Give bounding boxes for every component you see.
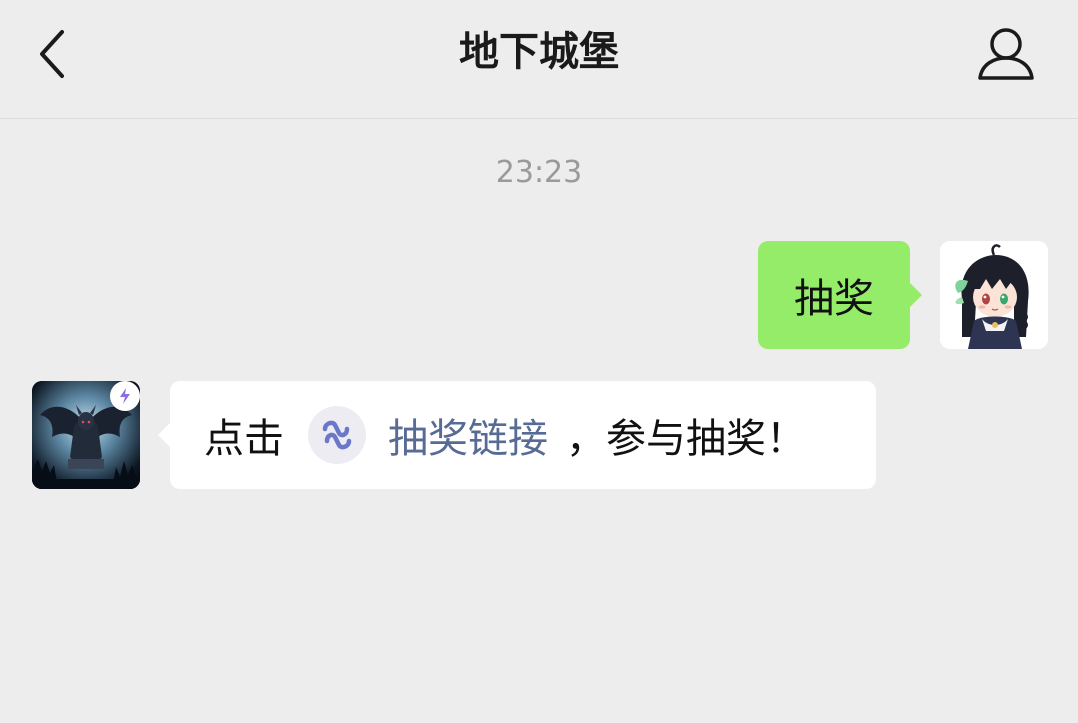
mini-game-badge — [110, 381, 140, 411]
lottery-link[interactable]: 抽奖链接 — [388, 406, 548, 464]
incoming-message-prefix: 点击 — [204, 416, 284, 462]
anime-girl-avatar-icon — [940, 241, 1048, 349]
lightning-bolt-icon — [120, 388, 130, 404]
person-outline-icon — [978, 28, 1034, 80]
chat-info-button[interactable] — [974, 22, 1038, 86]
mini-program-icon[interactable] — [308, 406, 366, 464]
chat-title: 地下城堡 — [459, 29, 619, 75]
self-avatar[interactable] — [940, 241, 1048, 349]
incoming-message-suffix: ，参与抽奖！ — [566, 416, 806, 462]
incoming-message-bubble: 点击 抽奖链接 ，参与抽奖！ — [158, 381, 876, 489]
outgoing-message-bubble[interactable]: 抽奖 — [758, 241, 922, 349]
message-timestamp: 23:23 — [495, 155, 583, 190]
outgoing-message-text: 抽奖 — [794, 276, 874, 322]
top-navigation-bar: 地下城堡 — [0, 0, 1078, 119]
